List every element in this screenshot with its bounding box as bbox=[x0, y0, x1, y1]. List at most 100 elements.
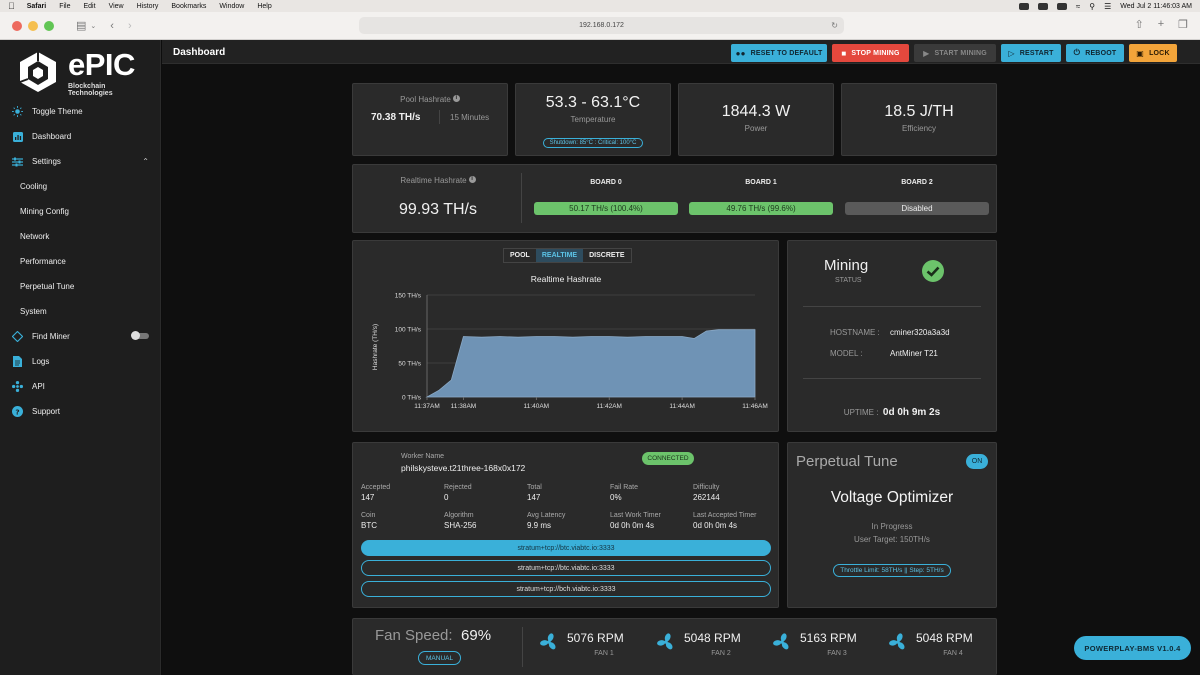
lock-button[interactable]: ▣ LOCK bbox=[1129, 44, 1177, 62]
uptime-label: UPTIME : bbox=[843, 408, 879, 417]
sidebar-item-label: Mining Config bbox=[20, 207, 69, 216]
apple-icon[interactable]:  bbox=[8, 1, 15, 11]
sidebar-toggle-icon[interactable]: ▤ bbox=[76, 19, 86, 32]
forward-icon[interactable]: › bbox=[128, 20, 132, 32]
mining-state: Mining bbox=[824, 257, 869, 274]
restart-button[interactable]: ▷ RESTART bbox=[1001, 44, 1061, 62]
back-icon[interactable]: ‹ bbox=[110, 20, 114, 32]
sidebar-item-system[interactable]: System bbox=[0, 299, 161, 324]
pool-url-3[interactable]: stratum+tcp://bch.viabtc.io:3333 bbox=[361, 581, 771, 597]
url-text: 192.168.0.172 bbox=[579, 22, 624, 29]
stat-last-accepted-timer: Last Accepted Timer 0d 0h 0m 4s bbox=[693, 512, 757, 530]
hashrate-chart: Realtime Hashrate Hashrate (TH/s) 0 TH/s… bbox=[372, 274, 768, 410]
stat-avg-latency: Avg Latency 9.9 ms bbox=[527, 512, 566, 530]
menu-file[interactable]: File bbox=[59, 3, 70, 10]
sidebar-item-label: Toggle Theme bbox=[32, 107, 83, 116]
menu-app[interactable]: Safari bbox=[27, 3, 46, 10]
mining-state-label: STATUS bbox=[835, 277, 862, 284]
tab-pool[interactable]: POOL bbox=[504, 249, 536, 262]
realtime-hashrate-label: Realtime Hashrate bbox=[400, 176, 467, 185]
sidebar-item-label: System bbox=[20, 307, 47, 316]
sidebar-item-api[interactable]: API bbox=[0, 374, 161, 399]
stop-icon: ■ bbox=[841, 48, 847, 58]
search-icon[interactable]: ⚲ bbox=[1089, 2, 1095, 11]
close-window-button[interactable] bbox=[12, 20, 22, 31]
realtime-hashrate-value: 99.93 TH/s bbox=[399, 201, 477, 218]
throttle-limit-badge: Throttle Limit: 58TH/s || Step: 5TH/s bbox=[833, 564, 951, 577]
menu-help[interactable]: Help bbox=[257, 3, 271, 10]
share-icon[interactable]: ⇧ bbox=[1134, 18, 1143, 31]
fan-label: FAN 2 bbox=[711, 650, 731, 657]
find-miner-toggle[interactable] bbox=[131, 331, 149, 340]
version-badge[interactable]: POWERPLAY-BMS V1.0.4 bbox=[1074, 636, 1191, 660]
address-bar[interactable]: 192.168.0.172 ↻ bbox=[359, 17, 844, 34]
sidebar-item-toggle-theme[interactable]: Toggle Theme bbox=[0, 99, 161, 124]
perpetual-tune-state: In Progress bbox=[871, 522, 913, 531]
uptime-value: 0d 0h 9m 2s bbox=[882, 407, 941, 418]
menubar-clock[interactable]: Wed Jul 2 11:46:03 AM bbox=[1120, 3, 1192, 10]
sidebar-item-dashboard[interactable]: Dashboard bbox=[0, 124, 161, 149]
chart-x-tick-label: 11:40AM bbox=[524, 403, 550, 410]
reload-icon[interactable]: ↻ bbox=[831, 21, 838, 30]
tab-overview-icon[interactable]: ❐ bbox=[1178, 18, 1188, 31]
control-center-icon[interactable]: ☰ bbox=[1104, 2, 1111, 11]
fan-speed-value: 69% bbox=[461, 627, 492, 644]
perpetual-tune-toggle[interactable]: ON bbox=[966, 454, 988, 469]
perpetual-tune-card: Perpetual Tune ON Voltage Optimizer In P… bbox=[787, 442, 997, 608]
board-2-name: BOARD 2 bbox=[901, 179, 933, 186]
users-icon: ●● bbox=[735, 48, 746, 58]
worker-name-value: philskysteve.t21three-168x0x172 bbox=[401, 463, 526, 473]
pool-url-1[interactable]: stratum+tcp://btc.viabtc.io:3333 bbox=[361, 540, 771, 556]
info-icon[interactable]: i bbox=[452, 95, 460, 102]
mining-status-card: Mining STATUS HOSTNAME : cminer320a3a3d … bbox=[787, 240, 997, 432]
chart-x-tick-label: 11:44AM bbox=[669, 403, 695, 410]
start-mining-button[interactable]: ▶ START MINING bbox=[914, 44, 996, 62]
sidebar-item-cooling[interactable]: Cooling bbox=[0, 174, 161, 199]
chart-area bbox=[425, 329, 756, 398]
board-0-status-bar: 50.17 TH/s (100.4%) bbox=[534, 202, 678, 215]
new-tab-icon[interactable]: + bbox=[1158, 18, 1164, 31]
zoom-window-button[interactable] bbox=[44, 20, 54, 31]
chart-mode-tabs: POOL REALTIME DISCRETE bbox=[503, 248, 632, 263]
epic-logo[interactable]: ePIC Blockchain Technologies bbox=[16, 47, 150, 97]
sidebar-item-network[interactable]: Network bbox=[0, 224, 161, 249]
sidebar-item-performance[interactable]: Performance bbox=[0, 249, 161, 274]
info-icon[interactable]: i bbox=[468, 176, 476, 183]
sidebar-item-mining-config[interactable]: Mining Config bbox=[0, 199, 161, 224]
efficiency-value: 18.5 J/TH bbox=[884, 103, 954, 120]
sidebar-item-perpetual-tune[interactable]: Perpetual Tune bbox=[0, 274, 161, 299]
menu-edit[interactable]: Edit bbox=[84, 3, 96, 10]
tab-discrete[interactable]: DISCRETE bbox=[583, 249, 630, 262]
sidebar-item-support[interactable]: ? Support bbox=[0, 399, 161, 424]
sidebar-item-logs[interactable]: Logs bbox=[0, 349, 161, 374]
chevron-down-icon[interactable]: ⌄ bbox=[90, 22, 96, 30]
temperature-card: 53.3 - 63.1°C Temperature Shutdown: 85°C… bbox=[515, 83, 671, 156]
sidebar-item-settings[interactable]: Settings ⌃ bbox=[0, 149, 161, 174]
reset-to-default-button[interactable]: ●● RESET TO DEFAULT bbox=[731, 44, 827, 62]
menu-bookmarks[interactable]: Bookmarks bbox=[171, 3, 206, 10]
sidebar-item-find-miner[interactable]: Find Miner bbox=[0, 324, 161, 349]
status-app-icon[interactable] bbox=[1018, 2, 1029, 10]
wifi-icon[interactable]: ≈ bbox=[1076, 2, 1080, 11]
chart-x-tick-label: 11:38AM bbox=[451, 403, 477, 410]
tab-realtime[interactable]: REALTIME bbox=[535, 249, 584, 262]
sidebar-item-label: Logs bbox=[32, 357, 50, 366]
power-card: 1844.3 W Power bbox=[678, 83, 834, 156]
menu-view[interactable]: View bbox=[109, 3, 124, 10]
stop-mining-button[interactable]: ■ STOP MINING bbox=[832, 44, 909, 62]
pool-hashrate-window: 15 Minutes bbox=[450, 113, 490, 122]
fan-mode-badge[interactable]: MANUAL bbox=[418, 651, 462, 665]
menu-history[interactable]: History bbox=[137, 3, 159, 10]
stat-algorithm: Algorithm SHA-256 bbox=[444, 512, 477, 530]
battery-icon[interactable] bbox=[1056, 2, 1067, 10]
reboot-button[interactable]: ⏻ REBOOT bbox=[1066, 44, 1124, 62]
status-extension-icon[interactable] bbox=[1037, 2, 1048, 10]
chart-x-tick-label: 11:42AM bbox=[596, 403, 622, 410]
power-label: Power bbox=[744, 124, 768, 133]
lock-icon: ▣ bbox=[1136, 48, 1145, 58]
minimize-window-button[interactable] bbox=[28, 20, 38, 31]
pool-url-2[interactable]: stratum+tcp://btc.viabtc.io:3333 bbox=[361, 560, 771, 576]
menu-window[interactable]: Window bbox=[219, 3, 244, 10]
sidebar-item-label: Find Miner bbox=[32, 332, 70, 341]
fan-icon bbox=[773, 633, 789, 650]
